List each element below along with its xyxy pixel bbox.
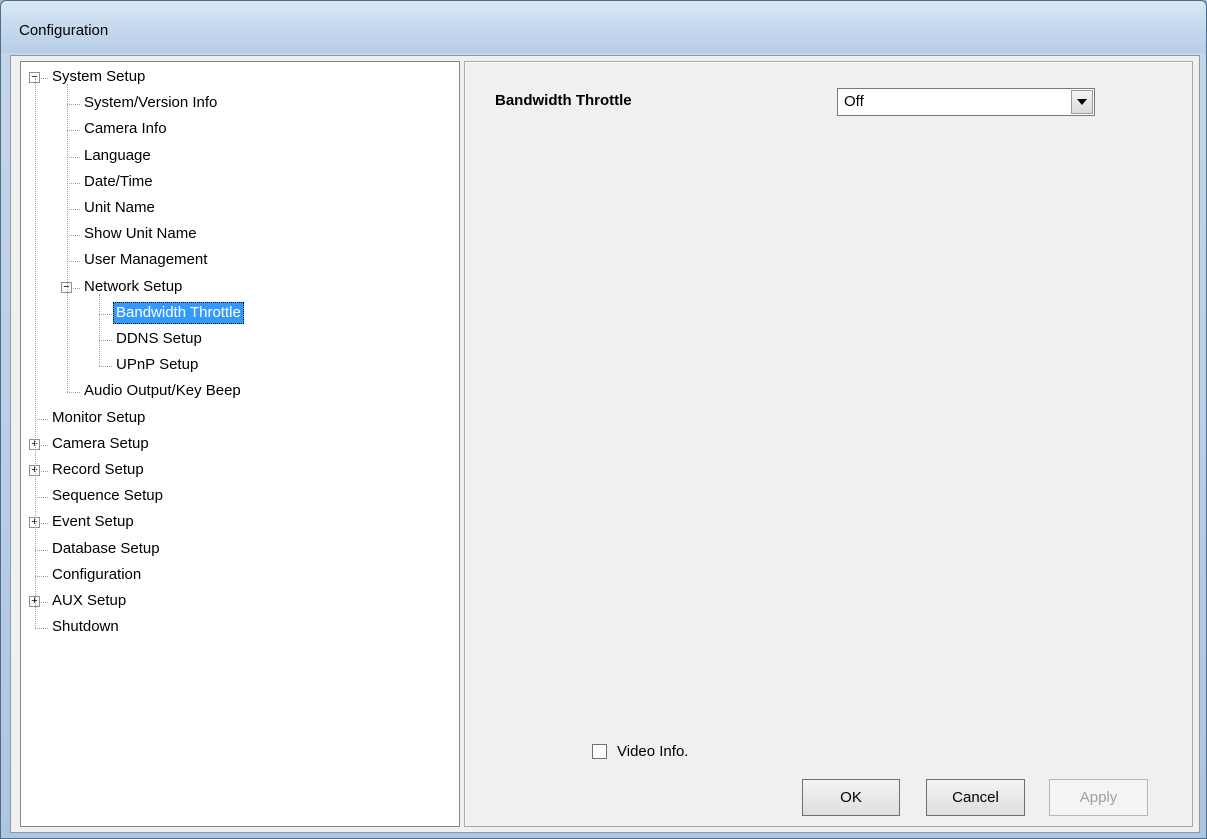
tree-item-label: UPnP Setup: [116, 356, 199, 374]
tree-connector: [67, 209, 80, 210]
cancel-button[interactable]: Cancel: [926, 779, 1025, 816]
tree-item[interactable]: Date/Time: [81, 171, 156, 193]
tree-item[interactable]: Camera Info: [81, 118, 170, 140]
tree-item[interactable]: Event Setup: [49, 511, 137, 533]
tree-item[interactable]: Database Setup: [49, 538, 163, 560]
bandwidth-throttle-value: Off: [844, 93, 864, 110]
tree-item-label: Language: [84, 146, 151, 164]
window-title: Configuration: [19, 22, 109, 39]
settings-panel: Bandwidth Throttle Off Video Info. OK Ca…: [464, 61, 1193, 827]
dialog-client-area: System Setup − System/Version Info Camera I…: [10, 55, 1200, 833]
tree-connector: [35, 497, 48, 499]
tree-item[interactable]: Network Setup: [81, 276, 185, 298]
tree-item-label: Unit Name: [84, 199, 155, 216]
tree-item-label: Shutdown: [52, 618, 119, 636]
tree-item[interactable]: Shutdown: [49, 616, 122, 638]
video-info-checkbox[interactable]: [592, 743, 607, 759]
tree-item[interactable]: Audio Output/Key Beep: [81, 380, 244, 402]
tree-item[interactable]: System Setup: [49, 66, 148, 88]
tree-item-label: Sequence Setup: [52, 487, 163, 505]
tree-item[interactable]: Bandwidth Throttle: [113, 301, 244, 324]
dropdown-button[interactable]: [1071, 90, 1093, 114]
tree-item-label: Audio Output/Key Beep: [84, 382, 241, 400]
title-bar[interactable]: Configuration: [1, 1, 1206, 53]
tree-guide-line: [99, 293, 100, 367]
tree-connector: [67, 182, 80, 184]
settings-tree[interactable]: System Setup − System/Version Info Camera I…: [20, 61, 460, 827]
tree-connector: [35, 418, 48, 420]
tree-item-label: User Management: [84, 251, 208, 269]
tree-connector: [67, 392, 80, 394]
tree-item[interactable]: System/Version Info: [81, 92, 220, 114]
tree-item[interactable]: Sequence Setup: [49, 485, 166, 507]
tree-item[interactable]: Unit Name: [81, 197, 158, 219]
tree-connector: [67, 156, 80, 158]
tree-item[interactable]: UPnP Setup: [113, 354, 201, 376]
tree-item-label: Date/Time: [84, 172, 153, 190]
tree-connector: [35, 628, 48, 630]
video-info-label: Video Info.: [617, 742, 689, 760]
chevron-down-icon: [1077, 99, 1087, 105]
tree-connector: [67, 130, 80, 132]
tree-item[interactable]: Configuration: [49, 564, 144, 586]
tree-item-label: Network Setup: [84, 277, 183, 295]
tree-item-label: Bandwidth Throttle: [113, 301, 244, 324]
tree-connector: [99, 340, 112, 341]
tree-item-label: Configuration: [52, 565, 142, 583]
tree-item[interactable]: DDNS Setup: [113, 328, 205, 350]
tree-guide-line: [35, 78, 36, 629]
tree-item-label: Show Unit Name: [84, 225, 197, 243]
tree-connector: [67, 235, 80, 237]
tree-item-label: System Setup: [52, 68, 146, 85]
tree-item-label: Monitor Setup: [52, 408, 146, 426]
tree-connector: [35, 549, 48, 551]
bandwidth-throttle-select[interactable]: Off: [837, 88, 1095, 116]
tree-item[interactable]: Monitor Setup: [49, 407, 148, 429]
tree-connector: [99, 366, 112, 368]
tree-item-label: System/Version Info: [84, 94, 218, 112]
tree-item[interactable]: Record Setup: [49, 459, 147, 481]
tree-item[interactable]: Camera Setup: [49, 433, 152, 455]
tree-connector: [67, 104, 80, 106]
tree-item-label: Database Setup: [52, 539, 160, 557]
tree-item-label: Camera Setup: [52, 434, 149, 452]
tree-item-label: Event Setup: [52, 513, 134, 531]
apply-button[interactable]: Apply: [1049, 779, 1148, 816]
tree-connector: [67, 261, 80, 263]
tree-item-label: Camera Info: [84, 120, 167, 138]
tree-item[interactable]: AUX Setup: [49, 590, 129, 612]
tree-guide-line: [67, 84, 68, 393]
tree-connector: [35, 575, 48, 577]
tree-item-label: Record Setup: [52, 461, 144, 478]
configuration-window: Configuration System Setup − System/Versio…: [0, 0, 1207, 839]
ok-button[interactable]: OK: [802, 779, 900, 816]
tree-item-label: DDNS Setup: [116, 330, 202, 347]
video-info-option[interactable]: Video Info.: [592, 741, 688, 761]
tree-item[interactable]: Show Unit Name: [81, 223, 200, 245]
tree-item[interactable]: Language: [81, 145, 154, 167]
bandwidth-throttle-label: Bandwidth Throttle: [495, 92, 632, 109]
tree-item-label: AUX Setup: [52, 592, 127, 609]
tree-connector: [99, 313, 112, 315]
tree-item[interactable]: User Management: [81, 249, 210, 271]
